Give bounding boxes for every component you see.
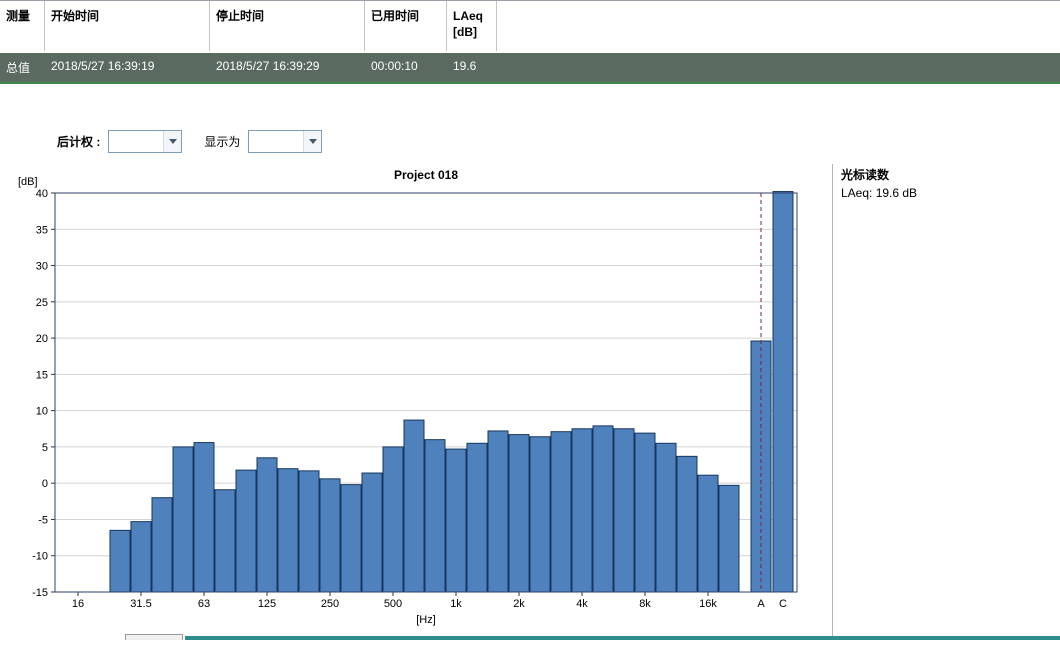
spectrum-bar-25[interactable] bbox=[110, 530, 130, 592]
spectrum-bar-160[interactable] bbox=[278, 469, 298, 592]
spectrum-bar-40[interactable] bbox=[152, 498, 172, 592]
spectrum-bar-125[interactable] bbox=[257, 458, 277, 592]
column-header-start-time: 开始时间 bbox=[45, 1, 210, 51]
x-tick-label: 8k bbox=[639, 598, 651, 610]
spectrum-bar-800[interactable] bbox=[425, 440, 445, 592]
row-filler bbox=[497, 53, 1060, 82]
start-time-value: 2018/5/27 16:39:19 bbox=[45, 53, 210, 82]
chevron-down-icon bbox=[163, 131, 181, 152]
chart-region: Project 018 -15-10-50510152025303540AC16… bbox=[0, 162, 1060, 648]
column-header-elapsed-time: 已用时间 bbox=[365, 1, 447, 51]
cursor-readout-panel: 光标读数 LAeq: 19.6 dB bbox=[841, 166, 917, 202]
stop-time-value: 2018/5/27 16:39:29 bbox=[210, 53, 365, 82]
y-axis-label: [dB] bbox=[18, 176, 38, 188]
spectrum-bar-50[interactable] bbox=[173, 447, 193, 592]
column-header-stop-time: 停止时间 bbox=[210, 1, 365, 51]
elapsed-time-value: 00:00:10 bbox=[365, 53, 447, 82]
spectrum-bar-31.5[interactable] bbox=[131, 522, 151, 592]
x-tick-label: 2k bbox=[513, 598, 525, 610]
y-tick-label: 0 bbox=[42, 478, 48, 490]
spectrum-bar-8k[interactable] bbox=[635, 433, 655, 592]
spectrum-chart[interactable]: -15 -10 -5 0 5 10 15 20 25 30 35 40 A C 16 31.5 63 125 250… bbox=[0, 162, 840, 640]
spectrum-bar-200[interactable] bbox=[299, 471, 319, 592]
spectrum-bar-315[interactable] bbox=[341, 485, 361, 592]
y-tick-label: -10 bbox=[32, 551, 48, 563]
spectrum-bar-6.3k[interactable] bbox=[614, 429, 634, 592]
spectrum-bar-4k[interactable] bbox=[572, 429, 592, 592]
spectrum-bar-10k[interactable] bbox=[656, 443, 676, 592]
spectrum-bar-400[interactable] bbox=[362, 473, 382, 592]
spectrum-bar-12.5k[interactable] bbox=[677, 456, 697, 592]
bottom-tab-stub[interactable] bbox=[125, 634, 183, 640]
y-tick-label: -15 bbox=[32, 587, 48, 599]
x-tick-label: 31.5 bbox=[130, 598, 151, 610]
x-tick-label: 125 bbox=[258, 598, 276, 610]
x-tick-label: 250 bbox=[321, 598, 339, 610]
x-tick-label: C bbox=[779, 598, 787, 610]
x-tick-label: A bbox=[757, 598, 765, 610]
spectrum-bar-250[interactable] bbox=[320, 479, 340, 592]
post-weighting-label: 后计权 : bbox=[57, 133, 100, 150]
x-tick-label: 1k bbox=[450, 598, 462, 610]
column-header-filler bbox=[497, 1, 1060, 51]
spectrum-bar-80[interactable] bbox=[215, 490, 235, 592]
y-tick-label: 40 bbox=[36, 188, 48, 200]
column-header-laeq: LAeq [dB] bbox=[447, 1, 497, 51]
panel-divider bbox=[832, 164, 833, 636]
spectrum-bar-5k[interactable] bbox=[593, 426, 613, 592]
y-tick-label: 15 bbox=[36, 369, 48, 381]
spectrum-bar-20k[interactable] bbox=[719, 485, 739, 592]
spectrum-bar-16k[interactable] bbox=[698, 475, 718, 592]
spectrum-bar-630[interactable] bbox=[404, 420, 424, 592]
column-header-measurement: 测量 bbox=[0, 1, 45, 51]
y-tick-label: 35 bbox=[36, 224, 48, 236]
x-axis-label: [Hz] bbox=[416, 614, 436, 626]
chart-controls: 后计权 : 显示为 bbox=[57, 128, 1060, 154]
x-tick-label: 63 bbox=[198, 598, 210, 610]
results-table-header: 测量 开始时间 停止时间 已用时间 LAeq [dB] bbox=[0, 0, 1060, 51]
y-tick-label: 20 bbox=[36, 333, 48, 345]
laeq-value: 19.6 bbox=[447, 53, 497, 82]
row-label: 总值 bbox=[0, 53, 45, 82]
cursor-readout-value: LAeq: 19.6 dB bbox=[841, 184, 917, 202]
display-as-dropdown[interactable] bbox=[248, 130, 322, 153]
display-as-label: 显示为 bbox=[204, 133, 240, 150]
y-tick-label: 10 bbox=[36, 406, 48, 418]
post-weighting-dropdown[interactable] bbox=[108, 130, 182, 153]
x-tick-label: 16 bbox=[72, 598, 84, 610]
spectrum-bar-3.15k[interactable] bbox=[551, 432, 571, 592]
y-tick-label: 30 bbox=[36, 261, 48, 273]
spectrum-bar-63[interactable] bbox=[194, 443, 214, 592]
spectrum-bar-500[interactable] bbox=[383, 447, 403, 592]
broadband-bar-C[interactable] bbox=[773, 192, 793, 592]
x-tick-label: 16k bbox=[699, 598, 717, 610]
y-tick-label: 25 bbox=[36, 297, 48, 309]
cursor-readout-title: 光标读数 bbox=[841, 166, 917, 184]
bottom-tab-active-edge[interactable] bbox=[185, 636, 1060, 640]
spectrum-bar-1.6k[interactable] bbox=[488, 431, 508, 592]
table-row[interactable]: 总值 2018/5/27 16:39:19 2018/5/27 16:39:29… bbox=[0, 53, 1060, 84]
chevron-down-icon bbox=[303, 131, 321, 152]
x-tick-label: 4k bbox=[576, 598, 588, 610]
spectrum-bar-2.5k[interactable] bbox=[530, 437, 550, 592]
x-tick-label: 500 bbox=[384, 598, 402, 610]
spectrum-bar-1k[interactable] bbox=[446, 449, 466, 592]
y-tick-label: 5 bbox=[42, 442, 48, 454]
spectrum-bar-100[interactable] bbox=[236, 470, 256, 592]
spectrum-bar-1.25k[interactable] bbox=[467, 443, 487, 592]
spectrum-bar-2k[interactable] bbox=[509, 435, 529, 592]
y-tick-label: -5 bbox=[38, 514, 48, 526]
